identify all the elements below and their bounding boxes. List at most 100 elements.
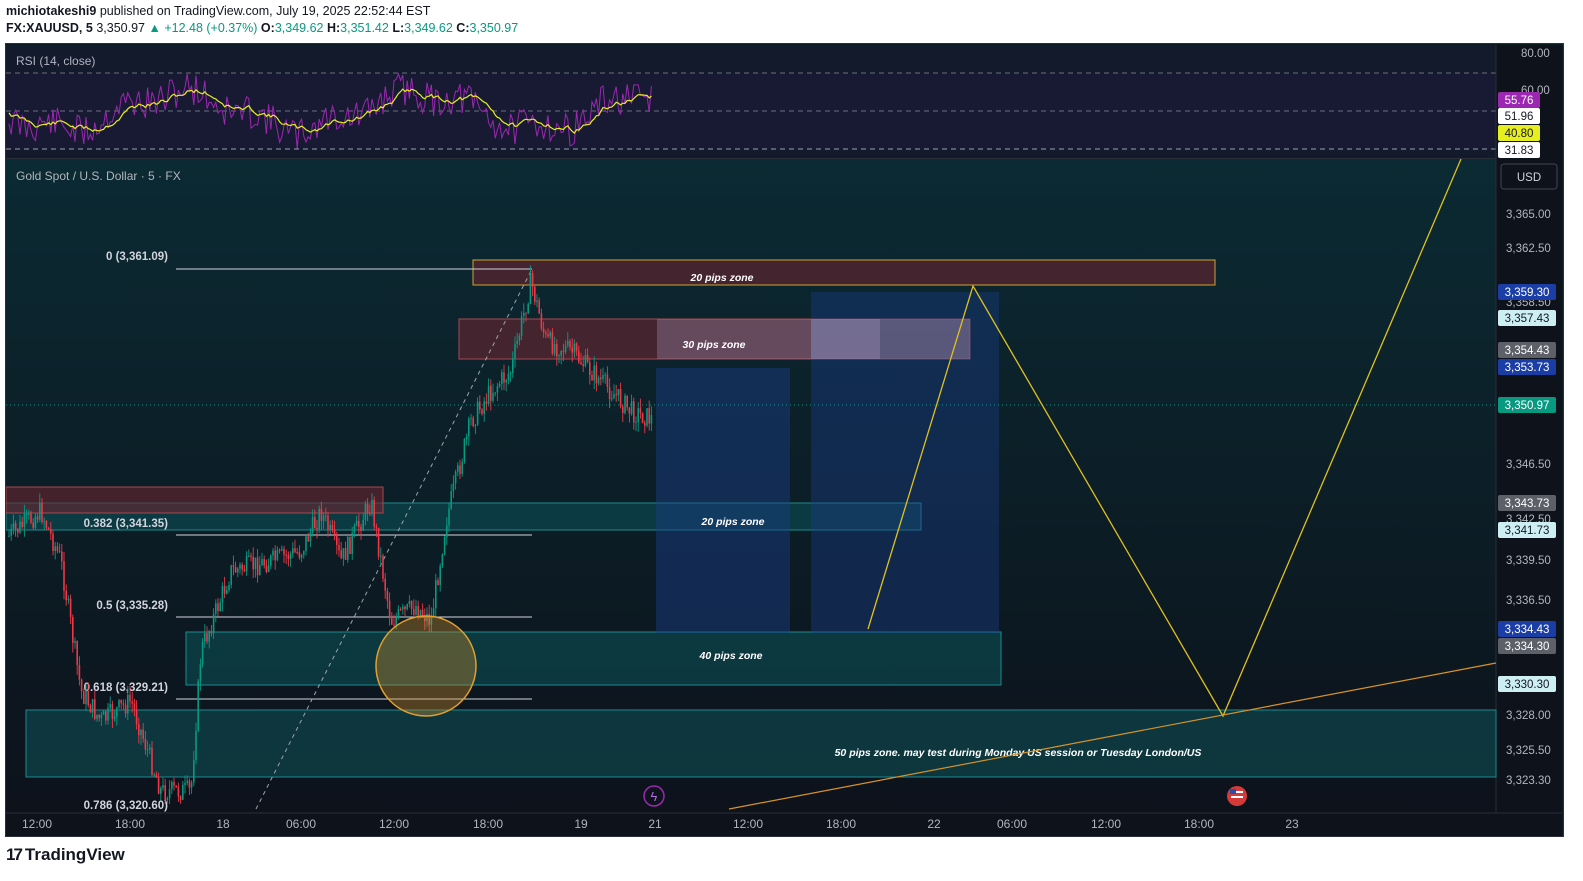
candle-body	[36, 516, 39, 520]
candle-body	[232, 565, 235, 568]
candle-body	[503, 372, 505, 383]
candle-body	[342, 548, 345, 559]
us-flag-stripe	[1231, 796, 1243, 798]
candle-body	[102, 711, 105, 715]
chart-canvas[interactable]: RSI (14, close) 80.00 60.00 55.7651.9640…	[5, 44, 1563, 836]
candle-body	[496, 386, 499, 393]
candle-body	[127, 694, 129, 714]
candle-body	[382, 555, 384, 579]
candle-body	[452, 483, 455, 492]
candle-body	[630, 401, 633, 414]
candle-body	[516, 340, 518, 345]
candle-body	[571, 347, 573, 353]
candle-body	[582, 364, 584, 367]
fib-label: 0.5 (3,335.28)	[96, 600, 168, 612]
candle-body	[646, 408, 648, 426]
zone-label-20-lower: 20 pips zone	[700, 516, 764, 528]
candle-body	[322, 515, 325, 521]
candle-body	[619, 389, 622, 407]
candle-body	[586, 355, 589, 363]
author-name[interactable]: michiotakeshi9	[6, 4, 96, 18]
time-axis[interactable]	[6, 813, 1562, 836]
symbol-label[interactable]: FX:XAUUSD, 5	[6, 21, 93, 35]
candle-body	[45, 521, 48, 528]
candle-body	[567, 340, 569, 346]
candle-body	[384, 578, 386, 591]
rsi-title: RSI (14, close)	[16, 54, 95, 68]
candle-body	[406, 604, 408, 610]
time-tick: 06:00	[997, 817, 1027, 831]
zone-20-pips-upper[interactable]	[472, 259, 1216, 286]
candle-body	[386, 590, 389, 601]
candle-body	[617, 389, 620, 396]
liquidity-circle[interactable]	[375, 615, 477, 717]
target-box-1[interactable]	[656, 368, 790, 633]
candle-body	[391, 618, 393, 625]
price-tick: 3,362.50	[1506, 243, 1551, 255]
time-tick: 23	[1285, 817, 1299, 831]
candle-body	[221, 586, 224, 603]
time-tick: 12:00	[1091, 817, 1121, 831]
zone-50-pips[interactable]	[25, 709, 1497, 778]
candle-body	[168, 789, 171, 799]
candle-body	[175, 785, 177, 788]
candle-body	[265, 565, 268, 573]
candle-body	[23, 514, 26, 528]
zone-label-50: 50 pips zone. may test during Monday US …	[835, 747, 1202, 759]
candle-body	[153, 774, 155, 776]
low-label: L:	[392, 21, 405, 35]
candle-body	[63, 561, 65, 591]
candle-body	[476, 401, 479, 425]
candle-body	[316, 527, 318, 530]
published-text: published on TradingView.com, July 19, 2…	[99, 4, 431, 18]
zone-resistance-left[interactable]	[5, 486, 384, 514]
candle-body	[100, 714, 103, 719]
candle-body	[212, 613, 215, 634]
candle-body	[43, 521, 45, 523]
rsi-badge-text: 55.76	[1505, 95, 1534, 107]
price-badge-text: 3,330.30	[1505, 679, 1550, 691]
candle-body	[573, 343, 576, 353]
candle-body	[595, 365, 598, 384]
price-axis[interactable]	[1496, 45, 1562, 813]
candle-body	[179, 796, 182, 800]
candle-body	[641, 412, 644, 423]
candle-body	[171, 781, 173, 790]
candle-body	[635, 421, 637, 423]
candle-body	[331, 525, 334, 531]
candle-body	[12, 523, 15, 529]
price-badge-text: 3,357.43	[1505, 313, 1550, 325]
candle-body	[199, 664, 202, 682]
rsi-badge-text: 31.83	[1505, 145, 1534, 157]
candle-body	[303, 551, 305, 555]
candle-body	[509, 372, 512, 374]
candle-body	[437, 580, 439, 585]
candle-body	[314, 517, 316, 528]
candle-body	[375, 526, 378, 528]
tradingview-logo[interactable]: 17 TradingView	[6, 845, 125, 865]
candle-body	[415, 606, 417, 615]
candle-body	[613, 394, 615, 399]
publish-info: michiotakeshi9 published on TradingView.…	[6, 4, 430, 18]
candle-body	[173, 781, 175, 786]
candle-body	[639, 408, 642, 413]
candle-body	[369, 513, 371, 515]
chart-frame[interactable]: RSI (14, close) 80.00 60.00 55.76 51.96 40…	[5, 43, 1564, 837]
zone-40-pips[interactable]	[185, 631, 1002, 686]
candle-body	[120, 699, 122, 704]
candle-body	[377, 527, 380, 557]
price-badge-text: 3,334.30	[1505, 641, 1550, 653]
price-tick: 3,325.50	[1506, 745, 1551, 757]
candle-body	[637, 408, 639, 422]
candle-body	[523, 312, 525, 317]
candle-body	[593, 365, 595, 381]
candle-body	[296, 552, 298, 554]
candle-body	[474, 424, 477, 426]
price-badge-text: 3,341.73	[1505, 525, 1550, 537]
candle-body	[270, 555, 272, 566]
candle-body	[250, 555, 252, 557]
candle-body	[267, 565, 270, 573]
candle-body	[111, 704, 114, 719]
candle-body	[54, 546, 56, 552]
candle-body	[358, 520, 360, 527]
